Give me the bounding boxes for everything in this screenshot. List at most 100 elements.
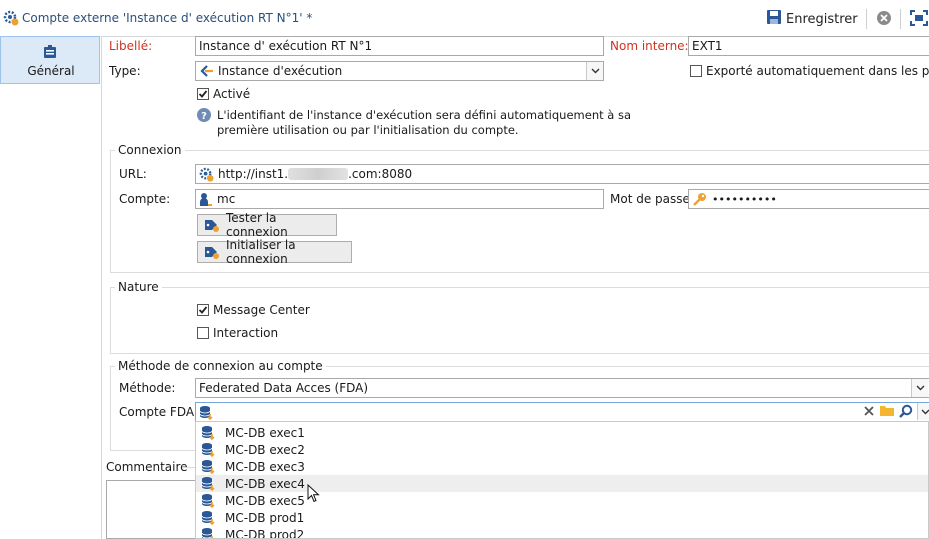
save-button[interactable]: Enregistrer <box>766 9 858 29</box>
url-redacted <box>288 168 349 180</box>
chevron-down-icon[interactable] <box>917 403 929 420</box>
compte-fda-label: Compte FDA: <box>119 405 198 419</box>
database-icon <box>201 459 216 474</box>
type-select[interactable]: Instance d'exécution <box>195 61 604 81</box>
list-item[interactable]: MC-DB exec2 <box>196 441 928 458</box>
database-icon <box>201 425 216 440</box>
compte-input[interactable]: mc <box>195 189 604 209</box>
database-icon <box>199 405 214 420</box>
test-connection-button[interactable]: Tester la connexion <box>197 211 337 239</box>
search-magnifier-icon[interactable] <box>899 404 913 421</box>
database-icon <box>201 493 216 508</box>
password-value: •••••••••• <box>712 192 777 206</box>
compte-fda-input[interactable] <box>195 402 929 422</box>
exporte-checkbox[interactable] <box>690 65 702 77</box>
help-question-icon: ? <box>197 108 211 125</box>
title-bar: Compte externe 'Instance d' exécution RT… <box>0 0 929 37</box>
methode-value: Federated Data Acces (FDA) <box>199 381 369 395</box>
compte-fda-dropdown-list: MC-DB exec1 MC-DB exec2 MC-DB exec3 MC-D… <box>195 421 929 539</box>
save-button-label: Enregistrer <box>786 11 858 27</box>
methode-select[interactable]: Federated Data Acces (FDA) <box>195 378 929 398</box>
nature-group-border-left <box>110 287 111 353</box>
type-label: Type: <box>109 64 141 78</box>
info-text-line1: L'identifiant de l'instance d'exécution … <box>217 108 632 122</box>
info-text-line2: première utilisation ou par l'initialisa… <box>217 123 519 137</box>
list-item[interactable]: MC-DB exec1 <box>196 424 928 441</box>
type-value: Instance d'exécution <box>218 64 343 78</box>
compte-label: Compte: <box>119 192 171 206</box>
clear-x-icon[interactable] <box>863 405 875 420</box>
message-center-checkbox[interactable] <box>197 304 209 316</box>
toolbar-separator <box>866 9 867 29</box>
methode-group-border-bottom <box>110 450 196 451</box>
tab-general[interactable]: Général <box>0 36 100 84</box>
close-circle-icon[interactable] <box>876 10 892 29</box>
libelle-label: Libellé: <box>109 39 153 53</box>
interaction-label: Interaction <box>213 326 279 340</box>
password-input[interactable]: •••••••••• <box>688 189 929 209</box>
list-item-label: MC-DB exec4 <box>225 476 305 491</box>
maximize-icon[interactable] <box>910 10 928 29</box>
nature-group-border-top <box>110 287 929 288</box>
chevron-down-icon[interactable] <box>586 62 603 80</box>
test-connection-label: Tester la connexion <box>226 211 288 239</box>
compte-value: mc <box>217 192 236 206</box>
svg-text:?: ? <box>201 111 207 122</box>
user-icon <box>199 192 213 207</box>
commentaire-label: Commentaire <box>106 460 188 474</box>
url-label: URL: <box>119 167 147 181</box>
connexion-group-border-left <box>110 150 111 272</box>
password-label: Mot de passe: <box>610 192 694 206</box>
database-icon <box>201 476 216 491</box>
list-item-label: MC-DB prod1 <box>225 510 305 525</box>
url-input[interactable]: http://inst1. .com:8080 <box>195 164 929 184</box>
commentaire-textarea[interactable] <box>106 480 198 539</box>
list-item[interactable]: MC-DB prod1 <box>196 509 928 526</box>
nom-interne-input[interactable]: EXT1 <box>688 36 929 56</box>
list-item-label: MC-DB exec1 <box>225 425 305 440</box>
url-prefix: http://inst1. <box>218 167 289 181</box>
connexion-group-label: Connexion <box>115 143 185 157</box>
init-connection-button[interactable]: Initialiser la connexion <box>197 238 352 266</box>
connexion-group-border-bottom <box>110 272 929 273</box>
window-title: Compte externe 'Instance d' exécution RT… <box>22 11 313 25</box>
connexion-group-border-top <box>110 150 929 151</box>
list-item[interactable]: MC-DB exec5 <box>196 492 928 509</box>
tab-general-label: Général <box>27 64 75 78</box>
nom-interne-value: EXT1 <box>692 39 723 53</box>
connection-tag-icon <box>204 245 220 259</box>
floppy-disk-icon <box>766 9 782 29</box>
list-item-label: MC-DB exec5 <box>225 493 305 508</box>
interaction-checkbox[interactable] <box>197 327 209 339</box>
list-item[interactable]: MC-DB exec4 <box>196 475 928 492</box>
mouse-pointer-icon <box>307 483 320 506</box>
methode-group-border-left <box>110 366 111 450</box>
methode-group-label: Méthode de connexion au compte <box>115 359 326 373</box>
checkmark-icon <box>198 306 208 314</box>
message-center-label: Message Center <box>213 303 310 317</box>
list-item-label: MC-DB prod2 <box>225 527 305 539</box>
key-icon <box>692 192 707 207</box>
folder-icon[interactable] <box>880 404 894 420</box>
list-item[interactable]: MC-DB prod2 <box>196 526 928 539</box>
libelle-value: Instance d' exécution RT N°1 <box>199 39 373 53</box>
instance-arrow-icon <box>200 64 214 78</box>
exporte-label: Exporté automatiquement dans les packag <box>706 64 929 78</box>
database-icon <box>201 442 216 457</box>
list-item-label: MC-DB exec2 <box>225 442 305 457</box>
methode-label: Méthode: <box>119 381 176 395</box>
url-suffix: .com:8080 <box>348 167 413 181</box>
toolbar-separator <box>900 9 901 29</box>
database-icon <box>201 510 216 525</box>
account-gear-icon <box>3 10 19 29</box>
database-icon <box>201 527 216 538</box>
libelle-input[interactable]: Instance d' exécution RT N°1 <box>195 36 604 56</box>
active-checkbox[interactable] <box>197 88 209 100</box>
list-item-label: MC-DB exec3 <box>225 459 305 474</box>
general-form-icon <box>43 45 57 62</box>
nature-group-border-bottom <box>110 353 929 354</box>
connection-tag-icon <box>204 218 220 232</box>
nom-interne-label: Nom interne: <box>610 39 689 53</box>
chevron-down-icon[interactable] <box>911 379 928 397</box>
list-item[interactable]: MC-DB exec3 <box>196 458 928 475</box>
